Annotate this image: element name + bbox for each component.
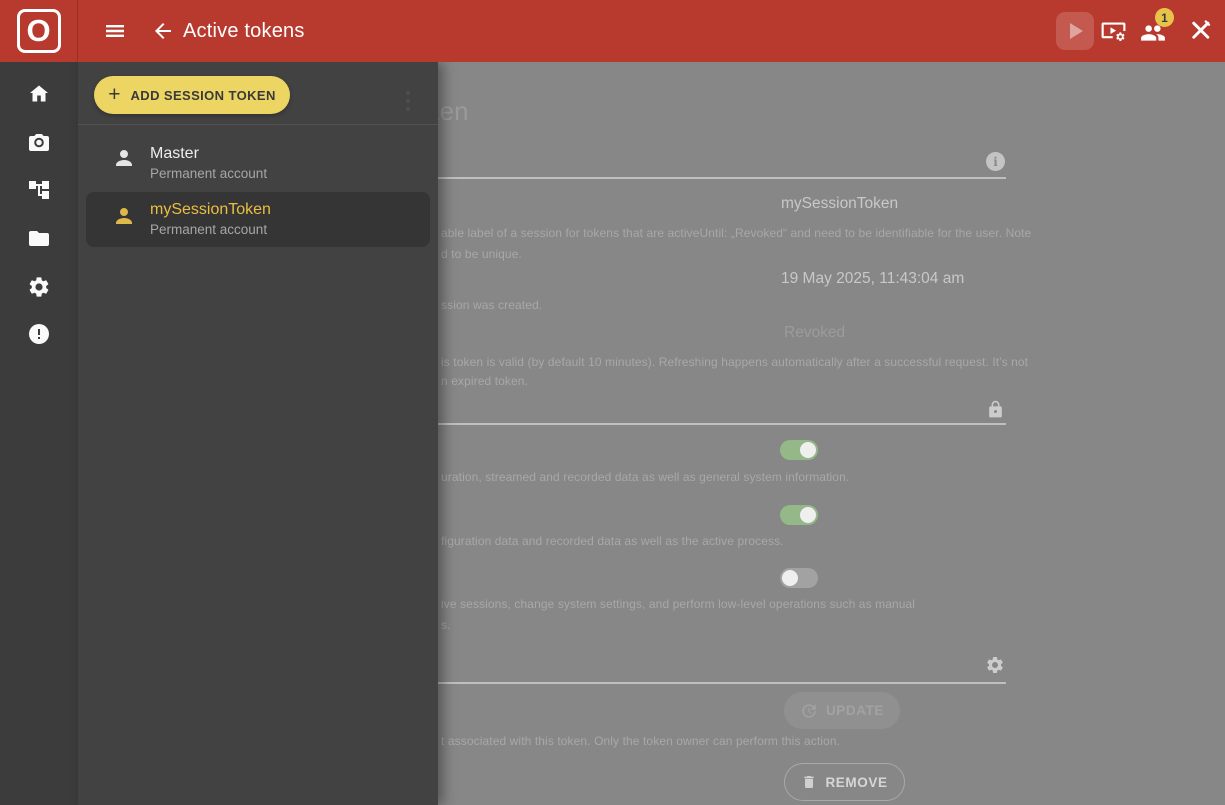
tokens-drawer: + ADD SESSION TOKEN Master Permanent acc… [78,62,438,805]
token-list-item-master[interactable]: Master Permanent account [78,134,438,192]
label-helper-line2: d to be unique. [441,247,522,261]
active-until-helper-line2: n expired token. [441,374,528,388]
mini-sidebar [0,62,78,805]
back-arrow-icon[interactable] [151,19,175,43]
toggle-knob [782,570,798,586]
label-helper-line1: able label of a session for tokens that … [441,226,1031,240]
token-label-value: mySessionToken [781,195,898,213]
notification-badge: 1 [1155,8,1174,27]
active-until-value: Revoked [784,324,845,342]
created-helper: ssion was created. [441,298,542,312]
play-icon [1070,23,1083,39]
add-session-token-button[interactable]: + ADD SESSION TOKEN [94,76,290,114]
alert-icon[interactable] [27,322,51,346]
drawer-menu-icon[interactable] [400,84,416,118]
gear-suffix-icon[interactable] [985,655,1005,675]
screencast-settings-icon[interactable] [1100,18,1127,45]
device-tree-icon[interactable] [27,178,51,202]
app-header: O Active tokens 1 [0,0,1225,62]
remove-button[interactable]: REMOVE [784,763,905,801]
admin-access-toggle[interactable] [780,568,818,588]
lock-icon [986,400,1005,419]
drawer-divider [78,124,438,125]
toggle-knob [800,442,816,458]
app-logo: O [0,0,78,62]
folder-icon[interactable] [27,226,51,250]
remove-helper: t associated with this token. Only the t… [441,734,840,748]
toggle-knob [800,507,816,523]
person-icon [112,204,136,228]
admin-access-helper-line2: s. [441,618,451,632]
hamburger-icon[interactable] [103,19,127,43]
plus-icon: + [108,84,120,105]
home-icon[interactable] [27,82,51,106]
tools-icon[interactable] [1187,17,1214,44]
update-button[interactable]: UPDATE [784,692,900,729]
person-icon [112,146,136,170]
write-access-helper: figuration data and recorded data as wel… [441,534,784,548]
play-button[interactable] [1056,12,1094,50]
read-access-helper: uration, streamed and recorded data as w… [441,470,849,484]
app-window: mySessionToken i mySessionToken able lab… [0,0,1225,805]
read-access-toggle[interactable] [780,440,818,460]
write-access-toggle[interactable] [780,505,818,525]
page-title: Active tokens [183,0,305,62]
trash-icon [801,774,817,790]
update-icon [800,702,818,720]
settings-icon[interactable] [27,275,51,299]
camera-icon[interactable] [27,130,51,154]
info-icon[interactable]: i [986,152,1005,171]
token-list-item-mysessiontoken[interactable]: mySessionToken Permanent account [78,192,438,247]
admin-access-helper-line1: ive sessions, change system settings, an… [441,597,915,611]
active-until-helper-line1: is token is valid (by default 10 minutes… [441,355,1028,369]
created-value: 19 May 2025, 11:43:04 am [781,270,964,288]
